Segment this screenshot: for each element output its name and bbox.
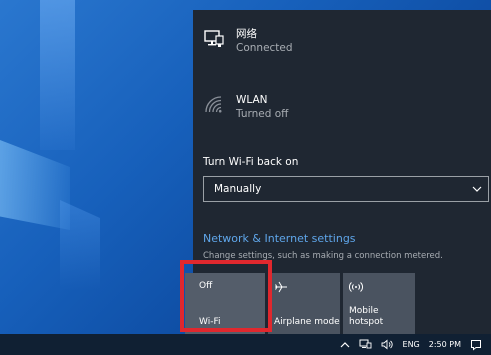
system-tray: ENG 2:50 PM [340,334,491,355]
hotspot-label-line2: hotspot [349,317,384,327]
ethernet-icon [204,30,224,47]
wifi-back-on-dropdown[interactable]: Manually [203,176,489,202]
wifi-tile-highlight [180,260,272,332]
wlan-name: WLAN [236,94,268,106]
network-internet-settings-link[interactable]: Network & Internet settings [203,232,356,245]
network-item-wired[interactable]: 网络 Connected [203,28,293,55]
dropdown-selected-value: Manually [214,183,262,195]
mobile-hotspot-tile[interactable]: Mobile hotspot [343,273,415,334]
wifi-back-on-label: Turn Wi-Fi back on [203,156,299,168]
wifi-off-icon [205,96,222,113]
airplane-icon [275,281,287,293]
network-name: 网络 [236,28,257,40]
chevron-down-icon [472,186,482,192]
clock[interactable]: 2:50 PM [429,340,461,349]
hotspot-icon [349,282,363,292]
taskbar: ENG 2:50 PM [0,334,491,355]
volume-icon[interactable] [381,339,394,350]
wallpaper-light-beam [40,0,75,150]
hotspot-label-line1: Mobile [349,306,379,316]
airplane-mode-label: Airplane mode [274,317,340,327]
mobile-hotspot-label: Mobile hotspot [349,306,383,328]
wlan-status: Turned off [236,108,289,120]
wallpaper-light-beam [60,200,100,290]
notification-icon[interactable] [470,339,482,351]
network-item-wlan[interactable]: WLAN Turned off [203,94,288,121]
language-indicator[interactable]: ENG [403,340,420,349]
wallpaper-light-beam [0,140,70,230]
network-tray-icon[interactable] [359,339,372,350]
airplane-mode-tile[interactable]: Airplane mode [268,273,340,334]
chevron-up-icon[interactable] [340,341,350,349]
network-status: Connected [236,42,293,54]
